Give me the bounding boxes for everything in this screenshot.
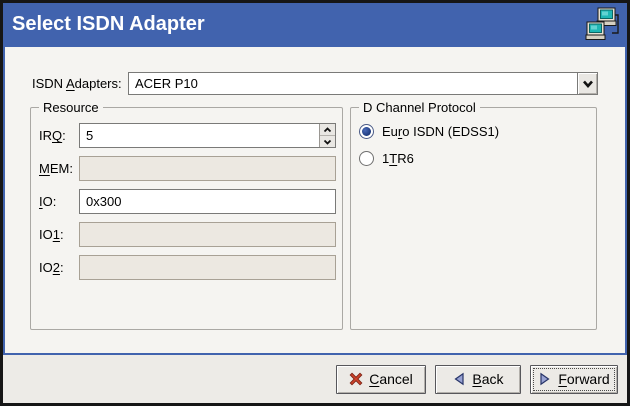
back-button-label: Back [472,371,503,387]
radio-1tr6[interactable]: 1TR6 [359,151,414,166]
dialog-content: ISDN Adapters: ACER P10 Resource IRQ: [3,47,627,355]
dialog-titlebar: Select ISDN Adapter [3,3,627,47]
isdn-adapters-label: ISDN Adapters: [32,76,122,91]
io1-input [79,222,336,247]
cancel-button[interactable]: Cancel [336,365,426,394]
radio-selected-icon[interactable] [359,124,374,139]
forward-arrow-icon [538,372,552,386]
cancel-button-label: Cancel [369,371,413,387]
spin-up-icon[interactable] [320,124,335,136]
spin-buttons [319,124,335,147]
d-channel-protocol-groupbox: D Channel Protocol Euro ISDN (EDSS1) 1TR… [350,107,597,330]
radio-1tr6-label: 1TR6 [382,151,414,166]
dialog-title: Select ISDN Adapter [12,13,205,36]
radio-euro-isdn-label: Euro ISDN (EDSS1) [382,124,499,139]
dropdown-arrow-icon[interactable] [577,73,597,94]
io-label: IO: [39,194,56,209]
isdn-adapter-dialog: Select ISDN Adapter ISDN Adapte [0,0,630,406]
back-arrow-icon [452,372,466,386]
forward-button[interactable]: Forward [530,365,618,394]
io1-label: IO1: [39,227,64,242]
combobox-value: ACER P10 [135,76,198,91]
mem-label: MEM: [39,161,73,176]
io-input[interactable] [79,189,336,214]
isdn-adapters-combobox[interactable]: ACER P10 [128,72,598,95]
cancel-x-icon [349,372,363,386]
back-button[interactable]: Back [435,365,521,394]
forward-button-label: Forward [558,371,609,387]
irq-spinner [79,123,336,148]
resource-groupbox: Resource IRQ: MEM: IO: IO1: IO2: [30,107,343,330]
d-channel-protocol-group-title: D Channel Protocol [359,100,480,115]
radio-unselected-icon[interactable] [359,151,374,166]
resource-group-title: Resource [39,100,103,115]
mem-input [79,156,336,181]
network-computers-icon [584,6,622,44]
spin-down-icon[interactable] [320,136,335,147]
dialog-button-bar: Cancel Back Forward [3,355,627,403]
irq-input[interactable] [79,123,336,148]
io2-input [79,255,336,280]
irq-label: IRQ: [39,128,66,143]
radio-euro-isdn[interactable]: Euro ISDN (EDSS1) [359,124,499,139]
io2-label: IO2: [39,260,64,275]
